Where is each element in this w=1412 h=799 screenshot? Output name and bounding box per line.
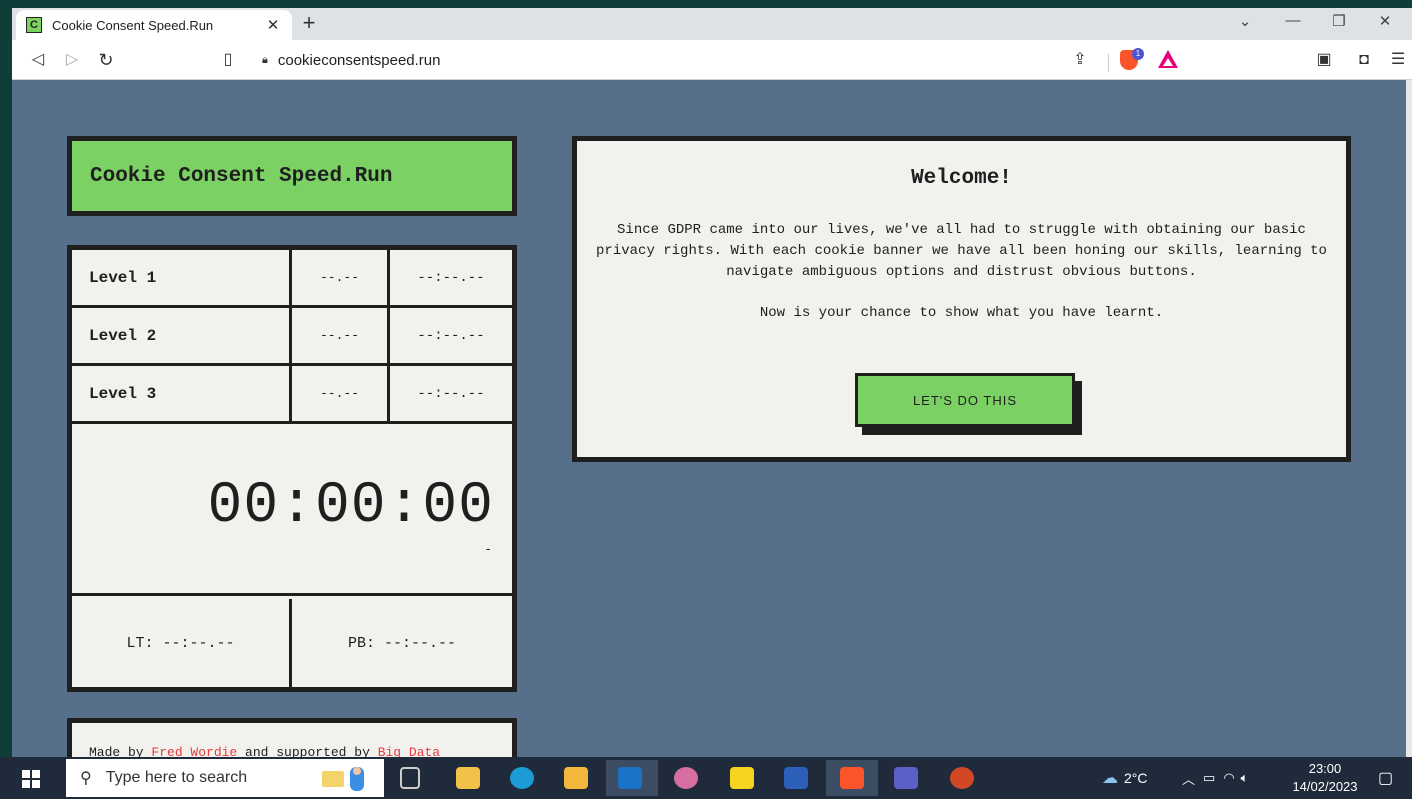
- level-time: --:--.--: [417, 385, 485, 402]
- back-icon[interactable]: ◁: [26, 48, 50, 72]
- teams-icon[interactable]: [894, 767, 918, 789]
- system-tray[interactable]: ︿ ▭ ◠ 🔈︎: [1182, 757, 1248, 799]
- level-split: --.--: [292, 308, 390, 363]
- brave-shields-badge: 1: [1132, 48, 1144, 60]
- notifications-icon[interactable]: ▢: [1378, 757, 1393, 799]
- site-title: Cookie Consent Speed.Run: [67, 136, 517, 216]
- menu-icon[interactable]: ☰: [1386, 48, 1410, 72]
- personal-best: PB: --:--.--: [347, 634, 457, 652]
- sidebar-toggle-icon[interactable]: ▣: [1312, 48, 1336, 72]
- lock-icon: 🔒︎: [262, 53, 268, 66]
- snipping-tool-icon[interactable]: [674, 767, 698, 789]
- file-explorer-icon[interactable]: [564, 767, 588, 789]
- last-time: LT: --:--.--: [72, 599, 292, 687]
- windows-taskbar: ⚲ Type here to search ☁ 2°C ︿ ▭ ◠ 🔈︎ 23:…: [0, 757, 1412, 799]
- search-icon: ⚲: [80, 770, 92, 787]
- lets-do-this-button[interactable]: LET'S DO THIS: [855, 373, 1075, 427]
- welcome-panel: Welcome! Since GDPR came into our lives,…: [572, 136, 1351, 462]
- tab-title: Cookie Consent Speed.Run: [52, 17, 214, 33]
- taskbar-date: 14/02/2023: [1292, 779, 1358, 794]
- search-highlight-illustration-icon: [322, 767, 364, 791]
- address-bar[interactable]: 🔒︎ cookieconsentspeed.run: [252, 46, 1132, 74]
- clock-subtext: -: [484, 542, 492, 557]
- share-icon[interactable]: ⇪: [1068, 48, 1092, 72]
- level-name: Level 3: [72, 366, 292, 421]
- navigation-bar: ◁ ▷ ↻ ▯ 🔒︎ cookieconsentspeed.run ⇪ ▣ ◘ …: [12, 40, 1412, 80]
- tray-chevron-icon[interactable]: ︿: [1182, 769, 1195, 788]
- wallet-icon[interactable]: ◘: [1352, 48, 1376, 72]
- welcome-text-secondary: Now is your chance to show what you have…: [759, 305, 1164, 321]
- page-scrollbar[interactable]: [1406, 80, 1412, 757]
- microsoft-store-icon[interactable]: [456, 767, 480, 789]
- level-time: --:--.--: [417, 269, 485, 286]
- brave-rewards-icon-inner: [1163, 58, 1173, 66]
- wifi-icon: ◠: [1223, 770, 1235, 785]
- sticky-notes-icon[interactable]: [730, 767, 754, 789]
- site-favicon-icon: C: [26, 17, 42, 33]
- cloud-sun-icon: ☁: [1102, 770, 1118, 787]
- search-placeholder: Type here to search: [105, 769, 248, 786]
- edge-browser-icon[interactable]: [510, 767, 534, 789]
- level-split: --.--: [292, 366, 390, 421]
- minimize-button[interactable]: —: [1270, 12, 1316, 29]
- powerpoint-icon[interactable]: [950, 767, 974, 789]
- level-name: Level 1: [72, 250, 292, 305]
- level-row: Level 3 --.-- --:--.--: [72, 366, 512, 424]
- main-clock: 00:00:00: [207, 474, 494, 539]
- forward-icon[interactable]: ▷: [60, 48, 84, 72]
- weather-widget[interactable]: ☁ 2°C: [1102, 757, 1148, 799]
- level-time: --:--.--: [417, 327, 485, 344]
- taskbar-time: 23:00: [1308, 761, 1342, 776]
- welcome-title: Welcome!: [911, 167, 1012, 190]
- weather-temp: 2°C: [1124, 770, 1148, 786]
- level-split: --.--: [292, 250, 390, 305]
- taskbar-clock[interactable]: 23:00 14/02/2023: [1290, 760, 1360, 796]
- tab-cookie-consent[interactable]: C Cookie Consent Speed.Run ✕: [16, 10, 292, 40]
- level-name: Level 2: [72, 308, 292, 363]
- taskbar-search-box[interactable]: ⚲ Type here to search: [66, 759, 384, 797]
- tab-search-chevron-icon[interactable]: ⌄: [1222, 12, 1268, 30]
- browser-window: C Cookie Consent Speed.Run ✕ + ⌄ — ❐ ✕ ◁…: [12, 8, 1412, 778]
- close-window-button[interactable]: ✕: [1362, 12, 1408, 30]
- word-icon[interactable]: [784, 767, 808, 789]
- toolbar-divider: [1108, 54, 1109, 72]
- new-tab-button[interactable]: +: [296, 12, 322, 36]
- url-text: cookieconsentspeed.run: [277, 51, 441, 69]
- reload-icon[interactable]: ↻: [94, 48, 118, 72]
- brave-taskbar-icon[interactable]: [840, 767, 864, 789]
- speedrun-timer-panel: Level 1 --.-- --:--.-- Level 2 --.-- --:…: [67, 245, 517, 692]
- volume-icon: 🔈︎: [1240, 770, 1249, 785]
- close-tab-icon[interactable]: ✕: [260, 16, 286, 34]
- tab-bar: C Cookie Consent Speed.Run ✕ + ⌄ — ❐ ✕: [12, 8, 1412, 40]
- battery-icon: ▭: [1203, 770, 1216, 785]
- task-view-icon[interactable]: [400, 767, 420, 789]
- windows-start-icon[interactable]: [22, 770, 40, 788]
- outlook-icon[interactable]: [618, 767, 642, 789]
- main-clock-area: 00:00:00 -: [72, 424, 512, 596]
- welcome-text: Since GDPR came into our lives, we've al…: [596, 222, 1327, 280]
- maximize-button[interactable]: ❐: [1316, 12, 1362, 30]
- bookmark-icon[interactable]: ▯: [216, 48, 240, 72]
- level-row: Level 1 --.-- --:--.--: [72, 250, 512, 308]
- level-row: Level 2 --.-- --:--.--: [72, 308, 512, 366]
